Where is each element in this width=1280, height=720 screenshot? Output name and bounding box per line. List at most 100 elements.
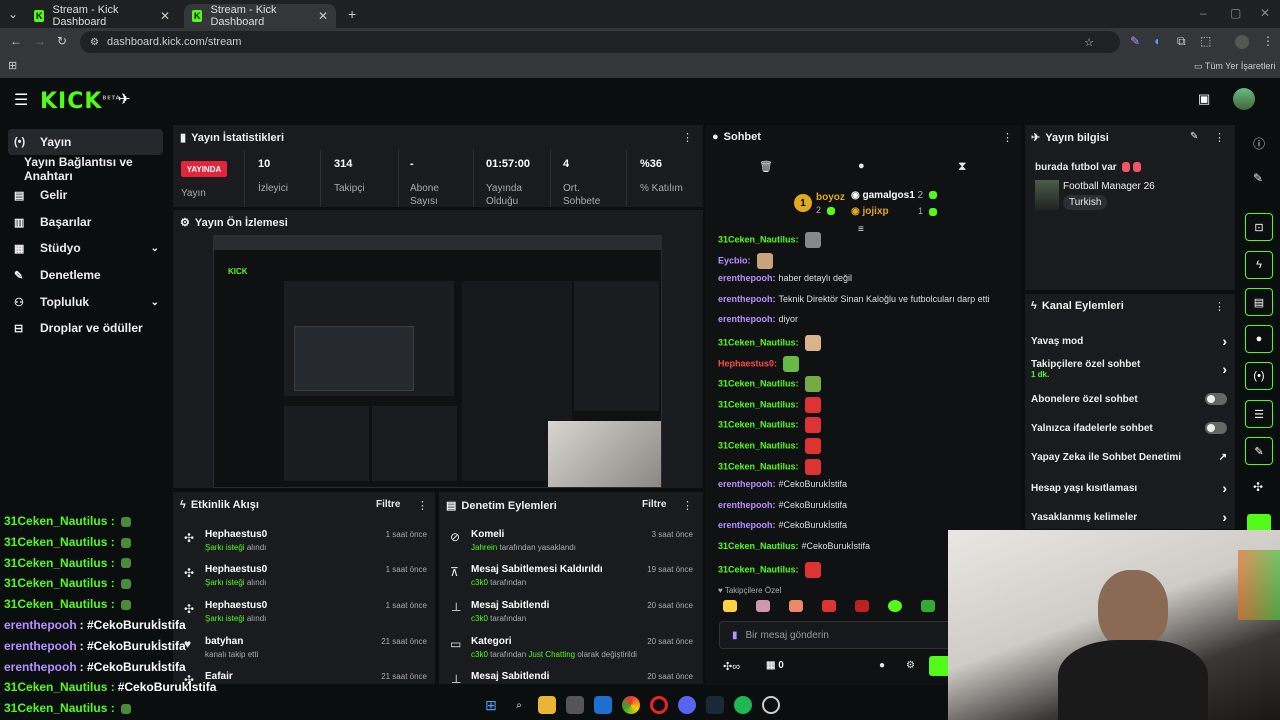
info-icon[interactable]: ⓘ xyxy=(1253,135,1265,152)
menu-kebab-icon[interactable]: ⋮ xyxy=(1262,34,1274,48)
chat-username[interactable]: erenthepooh: xyxy=(718,294,776,304)
close-icon[interactable]: ✕ xyxy=(160,9,170,23)
chat-username[interactable]: Eycbio: xyxy=(718,255,751,265)
chat-username[interactable]: Hephaestus0: xyxy=(718,358,777,368)
kick-logo[interactable]: KICKBETA xyxy=(40,89,121,114)
user-avatar[interactable] xyxy=(1233,88,1255,110)
chat-username[interactable]: erenthepooh: xyxy=(718,273,776,283)
chat-input[interactable]: ▮ Bir mesaj gönderin xyxy=(719,621,959,649)
chat-username[interactable]: 31Ceken_Nautilus: xyxy=(718,399,799,409)
audit-filter-button[interactable]: Filtre xyxy=(642,499,666,510)
sidebar-item-topluluk[interactable]: ⚇ Topluluk ⌄ xyxy=(8,289,163,315)
spotify-icon[interactable] xyxy=(734,696,752,714)
hourglass-icon[interactable]: ⧗ xyxy=(958,159,966,174)
chat-username[interactable]: 31Ceken_Nautilus: xyxy=(718,420,799,430)
extension-pen-icon[interactable]: ✎ xyxy=(1130,34,1140,48)
rail-button-broadcast[interactable]: (•) xyxy=(1245,362,1273,390)
rail-button-chat[interactable]: ● xyxy=(1245,325,1273,353)
chat-icon[interactable]: ● xyxy=(879,660,885,671)
gear-icon[interactable]: ⚙ xyxy=(906,660,915,671)
emote-icon[interactable] xyxy=(789,600,803,612)
emote-icon[interactable] xyxy=(921,600,935,612)
maximize-icon[interactable]: ▢ xyxy=(1230,6,1241,20)
sidebar-item-gelir[interactable]: ▤ Gelir xyxy=(8,182,163,208)
bookmark-star-icon[interactable]: ☆ xyxy=(1084,36,1094,49)
forward-icon[interactable]: → xyxy=(34,34,46,48)
new-tab-icon[interactable]: + xyxy=(348,6,356,22)
browser-tab-2[interactable]: K Stream - Kick Dashboard ✕ xyxy=(184,4,336,28)
rail-button-wrench[interactable]: ✎ xyxy=(1245,437,1273,465)
toggle-switch[interactable] xyxy=(1205,393,1227,405)
mod-tools-icon[interactable]: ✣∞ xyxy=(723,660,740,673)
chat-username[interactable]: 31Ceken_Nautilus: xyxy=(718,379,799,389)
store-icon[interactable] xyxy=(566,696,584,714)
emote-icon[interactable] xyxy=(822,600,836,612)
collapse-icon[interactable]: ≡ xyxy=(858,224,864,235)
sidebar-item-basarilar[interactable]: ▥ Başarılar xyxy=(8,209,163,235)
extension-wave-icon[interactable]: ◖ xyxy=(1153,34,1160,48)
action-banned-words[interactable]: Yasaklanmış kelimeler › xyxy=(1031,509,1227,525)
chat-icon[interactable]: ● xyxy=(858,160,865,172)
drops-counter[interactable]: ▦ 0 xyxy=(766,660,784,671)
sidebar-item-droplar[interactable]: ⊟ Droplar ve ödüller xyxy=(8,315,163,341)
url-bar[interactable]: ⚙ dashboard.kick.com/stream ☆ xyxy=(80,31,1120,53)
tag-badge[interactable]: Turkish xyxy=(1063,195,1108,210)
category-thumbnail[interactable] xyxy=(1035,180,1059,210)
chat-username[interactable]: erenthepooh: xyxy=(718,314,776,324)
site-info-icon[interactable]: ⚙ xyxy=(90,37,99,48)
toggle-switch[interactable] xyxy=(1205,422,1227,434)
stream-preview-video[interactable]: KICK xyxy=(213,235,662,488)
sidebar-item-stream-key[interactable]: Yayın Bağlantısı ve Anahtarı xyxy=(8,155,173,183)
all-bookmarks[interactable]: ▭ Tüm Yer İşaretleri xyxy=(1194,61,1275,72)
chat-username[interactable]: 31Ceken_Nautilus: xyxy=(718,234,799,244)
chat-username[interactable]: 31Ceken_Nautilus: xyxy=(718,564,799,574)
emote-icon[interactable] xyxy=(756,600,770,612)
chat-username[interactable]: erenthepooh: xyxy=(718,500,776,510)
emote-icon[interactable] xyxy=(888,600,902,612)
file-explorer-icon[interactable] xyxy=(538,696,556,714)
activity-filter-button[interactable]: Filtre xyxy=(376,499,400,510)
rail-button-crop[interactable]: ⊡ xyxy=(1245,213,1273,241)
kebab-menu-icon[interactable]: ⋮ xyxy=(682,131,693,144)
rail-button-list[interactable]: ☰ xyxy=(1245,400,1273,428)
action-subs-only[interactable]: Abonelere özel sohbet xyxy=(1031,393,1227,405)
kebab-menu-icon[interactable]: ⋮ xyxy=(417,499,428,512)
sidebar-item-studyo[interactable]: ▦ Stüdyo ⌄ xyxy=(8,235,163,261)
hamburger-menu-icon[interactable]: ☰ xyxy=(14,90,28,110)
extension-icon[interactable]: ⧉ xyxy=(1177,34,1186,49)
edit-icon[interactable]: ✎ xyxy=(1253,171,1263,185)
chat-username[interactable]: erenthepooh: xyxy=(718,479,776,489)
chat-username[interactable]: 31Ceken_Nautilus: xyxy=(718,440,799,450)
app-icon[interactable] xyxy=(762,696,780,714)
steam-icon[interactable] xyxy=(706,696,724,714)
close-icon[interactable]: ✕ xyxy=(318,9,328,23)
chat-username[interactable]: 31Ceken_Nautilus: xyxy=(718,337,799,347)
edit-pencil-icon[interactable]: ✎ xyxy=(1190,131,1198,142)
action-slow-mode[interactable]: Yavaş mod › xyxy=(1031,333,1227,349)
extensions-puzzle-icon[interactable]: ⬚ xyxy=(1200,34,1211,48)
category-name[interactable]: Football Manager 26 xyxy=(1063,181,1155,192)
kebab-menu-icon[interactable]: ⋮ xyxy=(1214,300,1225,313)
rail-button-document[interactable]: ▤ xyxy=(1245,288,1273,316)
tab-search-icon[interactable]: ⌄ xyxy=(8,7,18,21)
action-emote-only[interactable]: Yalnızca ifadelerle sohbet xyxy=(1031,422,1227,434)
gift-icon[interactable]: ✣ xyxy=(1253,480,1263,494)
kebab-menu-icon[interactable]: ⋮ xyxy=(1002,131,1013,144)
back-icon[interactable]: ← xyxy=(10,34,22,48)
emote-icon[interactable] xyxy=(723,600,737,612)
kebab-menu-icon[interactable]: ⋮ xyxy=(682,499,693,512)
browser-tab-1[interactable]: K Stream - Kick Dashboard ✕ xyxy=(26,4,178,28)
minimize-icon[interactable]: – xyxy=(1200,6,1207,20)
chat-username[interactable]: 31Ceken_Nautilus: xyxy=(718,461,799,471)
chat-username[interactable]: 31Ceken_Nautilus: xyxy=(718,541,799,551)
action-followers-only[interactable]: Takipçilere özel sohbet 1 dk. › xyxy=(1031,359,1227,379)
profile-avatar[interactable] xyxy=(1235,35,1249,49)
rail-button-bolt[interactable]: ϟ xyxy=(1245,251,1273,279)
window-close-icon[interactable]: ✕ xyxy=(1260,6,1270,20)
discord-icon[interactable] xyxy=(678,696,696,714)
trash-icon[interactable]: 🗑 xyxy=(759,160,773,173)
sidebar-item-denetleme[interactable]: ✎ Denetleme xyxy=(8,262,163,288)
theater-mode-icon[interactable]: ▣ xyxy=(1198,91,1210,107)
sidebar-item-yayin[interactable]: (•) Yayın xyxy=(8,129,163,155)
action-account-age[interactable]: Hesap yaşı kısıtlaması › xyxy=(1031,480,1227,496)
